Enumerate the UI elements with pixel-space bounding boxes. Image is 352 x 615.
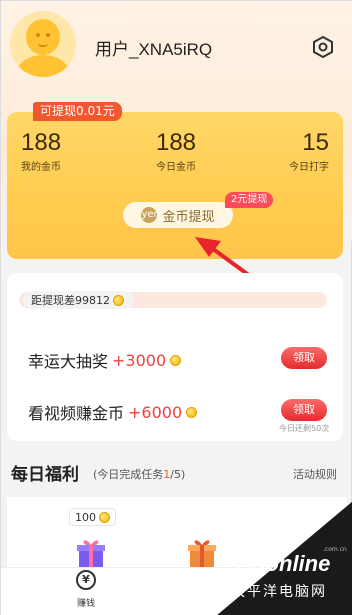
username: 用户_XNA5iRQ <box>95 40 213 59</box>
claim-button[interactable]: 领取 <box>281 399 327 421</box>
reward-amount: 100 <box>75 510 96 524</box>
coin-icon <box>99 511 110 523</box>
stat-value: 188 <box>155 129 197 156</box>
avatar-eye <box>46 33 50 37</box>
claim-button[interactable]: 领取 <box>281 347 327 369</box>
stat-label: 今日金币 <box>156 162 196 173</box>
gift-box-icon[interactable] <box>76 537 106 567</box>
stat-my-coins: 188 我的金币 <box>21 129 61 173</box>
daily-progress-prefix: (今日完成任务 <box>93 468 164 481</box>
withdraw-progress-pill: 距提现差99812 <box>23 291 134 309</box>
task-reward: +6000 <box>128 402 183 422</box>
watermark-chinese: 太平洋电脑网 <box>231 584 327 600</box>
watermark-logo: PConline <box>235 551 331 576</box>
task-reward: +3000 <box>112 350 167 370</box>
withdraw-progress-label: 距提现差99812 <box>31 294 110 307</box>
settings-icon[interactable] <box>311 35 335 59</box>
nav-tab-earn[interactable]: ¥ 赚钱 <box>71 570 101 609</box>
withdrawable-tag: 可提现0.01元 <box>33 102 122 121</box>
coin-icon <box>186 406 198 418</box>
coin-withdraw-button[interactable]: yen 金币提现 <box>123 202 233 228</box>
daily-task-progress: (今日完成任务1/5) <box>93 466 185 482</box>
coin-icon <box>113 294 124 306</box>
stat-today-coins: 188 今日金币 <box>143 129 209 173</box>
stat-label: 今日打字 <box>289 162 329 173</box>
yen-icon: yen <box>141 207 160 223</box>
daily-benefits-title: 每日福利 <box>11 465 79 485</box>
gift-box-icon[interactable] <box>187 537 217 567</box>
task-lucky-draw: 幸运大抽奖 +3000 <box>28 348 182 372</box>
withdraw-2-yuan-badge: 2元提现 <box>225 192 274 208</box>
stat-value: 188 <box>21 129 62 156</box>
stat-label: 我的金币 <box>21 162 61 173</box>
avatar-eye <box>36 33 40 37</box>
avatar-body <box>16 55 70 77</box>
stat-value: 15 <box>302 129 329 156</box>
task-title: 看视频赚金币 <box>28 404 125 423</box>
daily-progress-suffix: /5) <box>170 468 186 481</box>
reward-amount-tag: 100 <box>69 508 116 526</box>
task-title: 幸运大抽奖 <box>28 352 109 371</box>
coin-withdraw-label: 金币提现 <box>162 209 215 225</box>
remaining-count-note: 今日还剩50次 <box>279 424 330 433</box>
activity-rules-link[interactable]: 活动规则 <box>293 466 337 482</box>
coin-icon <box>170 354 182 366</box>
task-watch-video: 看视频赚金币 +6000 <box>28 400 198 424</box>
stat-today-typing: 15 今日打字 <box>269 129 329 173</box>
nav-tab-label: 赚钱 <box>76 599 95 609</box>
avatar-head <box>26 19 60 55</box>
avatar[interactable] <box>10 11 76 77</box>
yen-coin-icon: ¥ <box>76 570 96 590</box>
